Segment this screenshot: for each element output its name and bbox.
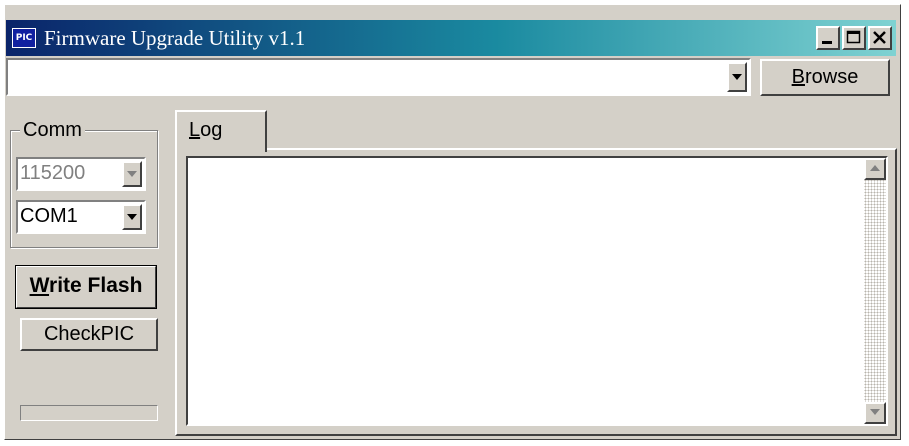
comm-group-label: Comm <box>20 118 85 142</box>
browse-label-rest: rowse <box>804 66 859 88</box>
scroll-down-button[interactable] <box>864 402 886 424</box>
window-title: Firmware Upgrade Utility v1.1 <box>44 26 306 50</box>
firmware-path-combo[interactable] <box>6 58 751 96</box>
scroll-up-icon <box>870 165 880 171</box>
scroll-up-button[interactable] <box>864 158 886 180</box>
write-flash-button[interactable]: Write Flash <box>15 265 157 309</box>
port-dropdown-button[interactable] <box>122 204 142 230</box>
title-bar[interactable]: PIC Firmware Upgrade Utility v1.1 <box>6 20 896 56</box>
browse-button[interactable]: Browse <box>760 59 890 96</box>
check-pic-button[interactable]: CheckPIC <box>20 318 158 351</box>
com-port-select[interactable]: COM1 <box>16 200 146 234</box>
maximize-icon <box>846 30 861 44</box>
baud-dropdown-button <box>122 161 142 187</box>
log-textarea[interactable] <box>186 156 888 426</box>
write-flash-label-rest: rite Flash <box>49 274 143 297</box>
close-icon <box>873 31 886 44</box>
baud-rate-select: 115200 <box>16 157 146 191</box>
chevron-down-icon <box>127 214 137 220</box>
close-button[interactable] <box>868 26 892 50</box>
progress-bar <box>20 405 158 421</box>
write-flash-mnemonic: W <box>29 274 50 297</box>
chevron-down-icon <box>127 171 137 177</box>
browse-mnemonic: B <box>791 66 805 88</box>
minimize-button[interactable] <box>816 26 840 50</box>
com-port-value[interactable]: COM1 <box>20 205 78 227</box>
tab-log[interactable]: Log <box>175 110 267 152</box>
minimize-icon <box>822 41 832 44</box>
log-vertical-scrollbar[interactable] <box>864 158 886 424</box>
tab-log-mnemonic: L <box>189 119 201 141</box>
path-dropdown-button[interactable] <box>727 62 747 92</box>
maximize-button[interactable] <box>842 26 866 50</box>
scroll-down-icon <box>870 409 880 415</box>
chevron-down-icon <box>732 74 742 80</box>
baud-rate-value: 115200 <box>20 162 86 184</box>
tab-log-label-rest: og <box>200 119 223 141</box>
pic-app-icon[interactable]: PIC <box>12 28 36 48</box>
